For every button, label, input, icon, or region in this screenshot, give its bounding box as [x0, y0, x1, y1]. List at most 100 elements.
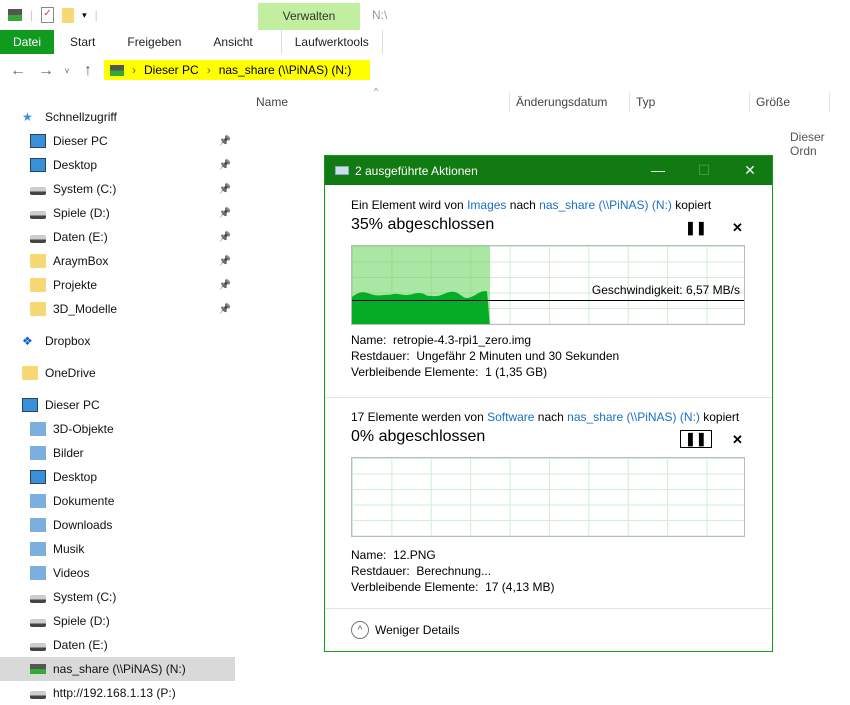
- time-remaining: Ungefähr 2 Minuten und 30 Sekunden: [416, 349, 619, 363]
- tab-start[interactable]: Start: [54, 30, 111, 54]
- divider: |: [95, 8, 98, 22]
- pin-icon[interactable]: 📌: [219, 136, 231, 147]
- spacer: [0, 353, 235, 361]
- sidebar-item[interactable]: http://192.168.1.13 (P:): [0, 681, 235, 705]
- pin-icon[interactable]: 📌: [219, 256, 231, 267]
- sidebar-item-label: Spiele (D:): [53, 614, 110, 628]
- sidebar-item-label: Musik: [53, 542, 84, 556]
- download-icon: [30, 518, 46, 532]
- properties-icon[interactable]: ✓: [41, 7, 54, 23]
- sidebar-item[interactable]: System (C:): [0, 585, 235, 609]
- sidebar-item-label: System (C:): [53, 590, 116, 604]
- sidebar-item[interactable]: Downloads: [0, 513, 235, 537]
- desktop-icon: [30, 158, 46, 172]
- quick-access-toolbar: | ✓ ▾ |: [8, 6, 98, 24]
- pause-button[interactable]: ❚❚: [680, 430, 712, 448]
- pin-icon[interactable]: 📌: [219, 208, 231, 219]
- sidebar-item[interactable]: OneDrive: [0, 361, 235, 385]
- pin-icon[interactable]: 📌: [219, 304, 231, 315]
- chevron-right-icon: ›: [132, 63, 136, 77]
- sidebar-item[interactable]: Spiele (D:)📌: [0, 201, 235, 225]
- sidebar-item-label: Dieser PC: [53, 134, 108, 148]
- recent-chevron-icon[interactable]: ˅: [60, 66, 74, 76]
- column-name[interactable]: Name: [250, 92, 510, 112]
- folder-icon[interactable]: [62, 8, 74, 23]
- column-date[interactable]: Änderungsdatum: [510, 92, 630, 112]
- sidebar-item[interactable]: Dieser PC: [0, 393, 235, 417]
- column-type[interactable]: Typ: [630, 92, 750, 112]
- breadcrumb-nas-share[interactable]: nas_share (\\PiNAS) (N:): [219, 63, 352, 77]
- pin-icon[interactable]: 📌: [219, 280, 231, 291]
- sidebar-item-label: Desktop: [53, 158, 97, 172]
- details: Name: 12.PNG Restdauer: Berechnung... Ve…: [351, 547, 554, 595]
- sidebar-item[interactable]: Bilder: [0, 441, 235, 465]
- tab-laufwerktools[interactable]: Laufwerktools: [281, 30, 383, 54]
- close-button[interactable]: ✕: [727, 156, 773, 185]
- network-drive-icon: [110, 65, 124, 76]
- divider: |: [30, 8, 33, 22]
- column-size[interactable]: Größe: [750, 92, 830, 112]
- op-text: 17 Elemente werden von: [351, 410, 484, 424]
- sidebar-item[interactable]: AraymBox📌: [0, 249, 235, 273]
- navigation-pane: ★SchnellzugriffDieser PC📌Desktop📌System …: [0, 105, 235, 705]
- sidebar-item[interactable]: 3D-Objekte: [0, 417, 235, 441]
- folder-icon: [30, 278, 46, 292]
- destination-link[interactable]: nas_share (\\PiNAS) (N:): [539, 198, 672, 212]
- op-text: kopiert: [703, 410, 739, 424]
- forward-arrow-icon[interactable]: →: [32, 62, 60, 80]
- sidebar-item[interactable]: Daten (E:) 📌: [0, 225, 235, 249]
- sidebar-item[interactable]: System (C:)📌: [0, 177, 235, 201]
- less-details-button[interactable]: ^ Weniger Details: [351, 621, 459, 639]
- address-bar[interactable]: › Dieser PC › nas_share (\\PiNAS) (N:): [104, 60, 370, 80]
- drive-icon: [30, 619, 46, 627]
- navigation-bar: ← → ˅ ↑ › Dieser PC › nas_share (\\PiNAS…: [0, 58, 850, 84]
- sidebar-item[interactable]: Dokumente: [0, 489, 235, 513]
- pin-icon[interactable]: 📌: [219, 232, 231, 243]
- file-name: 12.PNG: [393, 548, 436, 562]
- cancel-button[interactable]: ✕: [732, 220, 743, 236]
- label: Restdauer:: [351, 564, 410, 578]
- pause-button[interactable]: ❚❚: [685, 220, 707, 236]
- sidebar-item[interactable]: 3D_Modelle 📌: [0, 297, 235, 321]
- destination-link[interactable]: nas_share (\\PiNAS) (N:): [567, 410, 700, 424]
- minimize-button[interactable]: —: [635, 156, 681, 185]
- speed-area-shape: [352, 291, 490, 325]
- sidebar-item[interactable]: ❖Dropbox: [0, 329, 235, 353]
- sidebar-item[interactable]: Musik: [0, 537, 235, 561]
- drive-icon: [30, 691, 46, 699]
- sidebar-item[interactable]: ★Schnellzugriff: [0, 105, 235, 129]
- sidebar-item-label: 3D_Modelle: [53, 302, 117, 316]
- label: Name:: [351, 548, 386, 562]
- tab-freigeben[interactable]: Freigeben: [111, 30, 197, 54]
- sidebar-item[interactable]: Spiele (D:): [0, 609, 235, 633]
- back-arrow-icon[interactable]: ←: [4, 62, 32, 80]
- file-name: retropie-4.3-rpi1_zero.img: [393, 333, 531, 347]
- sidebar-item[interactable]: Videos: [0, 561, 235, 585]
- cancel-button[interactable]: ✕: [732, 432, 743, 448]
- breadcrumb-dieser-pc[interactable]: Dieser PC: [144, 63, 199, 77]
- op-text: kopiert: [675, 198, 711, 212]
- sidebar-item[interactable]: Dieser PC 📌: [0, 129, 235, 153]
- pin-icon[interactable]: 📌: [219, 184, 231, 195]
- sidebar-item[interactable]: Projekte📌: [0, 273, 235, 297]
- customize-icon[interactable]: ▾: [82, 10, 87, 21]
- sidebar-item[interactable]: Desktop: [0, 465, 235, 489]
- sidebar-item-label: Dieser PC: [45, 398, 100, 412]
- source-link[interactable]: Images: [467, 198, 506, 212]
- drive-icon[interactable]: [8, 9, 22, 21]
- sidebar-item[interactable]: Desktop 📌: [0, 153, 235, 177]
- pc-icon: [22, 398, 38, 412]
- sidebar-item-label: Daten (E:): [53, 230, 108, 244]
- sidebar-item[interactable]: Daten (E:): [0, 633, 235, 657]
- source-link[interactable]: Software: [487, 410, 534, 424]
- tab-datei[interactable]: Datei: [0, 30, 54, 54]
- pin-icon[interactable]: 📌: [219, 160, 231, 171]
- dialog-title: 2 ausgeführte Aktionen: [355, 164, 478, 178]
- up-arrow-icon[interactable]: ↑: [74, 62, 102, 80]
- maximize-button: ☐: [681, 156, 727, 185]
- divider: [325, 608, 772, 609]
- tab-ansicht[interactable]: Ansicht: [197, 30, 268, 54]
- star-icon: ★: [22, 110, 38, 124]
- pc-icon: [30, 134, 46, 148]
- sidebar-item[interactable]: nas_share (\\PiNAS) (N:): [0, 657, 235, 681]
